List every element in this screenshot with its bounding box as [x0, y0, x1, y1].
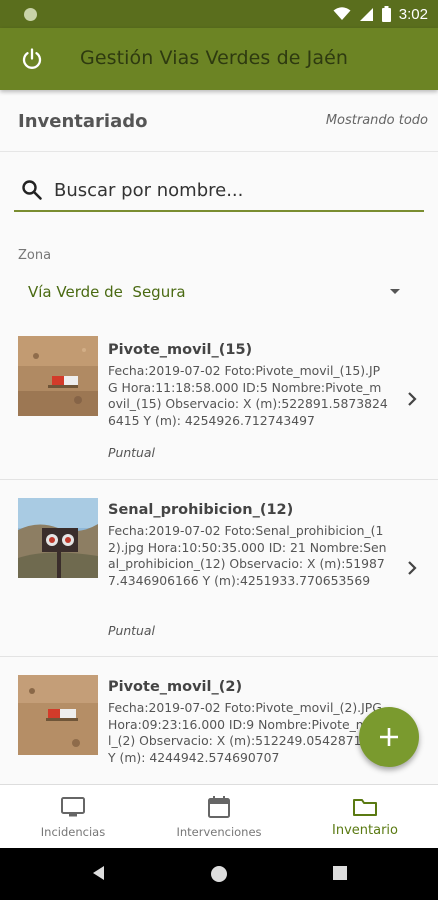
item-title: Senal_prohibicion_(12)	[108, 502, 294, 518]
status-time: 3:02	[398, 5, 428, 23]
zone-label: Zona	[18, 248, 52, 263]
item-type: Puntual	[108, 445, 155, 460]
item-detail: Fecha:2019-07-02 Foto:Pivote_movil_(2).J…	[108, 700, 387, 765]
notification-dot-icon	[24, 8, 37, 21]
app-bar: Gestión Vias Verdes de Jaén	[0, 28, 438, 90]
folder-icon	[353, 799, 377, 816]
nav-label: Incidencias	[40, 825, 106, 839]
item-detail: Fecha:2019-07-02 Foto:Senal_prohibicion_…	[108, 523, 387, 588]
status-bar: 3:02	[0, 0, 438, 28]
plus-icon	[380, 728, 398, 746]
section-title: Inventariado	[18, 111, 148, 132]
add-button[interactable]	[359, 707, 419, 767]
item-thumbnail	[18, 498, 98, 578]
chevron-right-icon	[408, 392, 417, 406]
search-icon	[22, 180, 42, 200]
search-bar	[14, 170, 424, 212]
nav-label: Intervenciones	[176, 825, 262, 839]
item-type: Puntual	[108, 623, 155, 638]
nav-item-inventario[interactable]: Inventario	[292, 785, 438, 848]
item-detail: Fecha:2019-07-02 Foto:Pivote_movil_(15).…	[108, 363, 388, 428]
nav-item-intervenciones[interactable]: Intervenciones	[146, 785, 292, 848]
system-navigation-bar	[0, 848, 438, 900]
item-thumbnail	[18, 336, 98, 416]
list-item[interactable]: Senal_prohibicion_(12) Fecha:2019-07-02 …	[0, 480, 438, 657]
dropdown-arrow-icon	[390, 289, 400, 294]
zone-selected-value: Vía Verde de Segura	[28, 283, 186, 301]
power-icon	[22, 48, 42, 69]
bottom-navigation: Incidencias Intervenciones Inventario	[0, 784, 438, 848]
item-thumbnail	[18, 675, 98, 755]
app-title: Gestión Vias Verdes de Jaén	[80, 47, 349, 69]
power-button[interactable]	[16, 43, 48, 75]
zone-dropdown[interactable]: Vía Verde de Segura	[14, 276, 424, 310]
signal-icon	[359, 7, 373, 21]
item-title: Pivote_movil_(15)	[108, 342, 253, 358]
recents-icon[interactable]	[332, 865, 348, 881]
monitor-icon	[61, 797, 85, 817]
status-icons: 3:02	[333, 4, 428, 24]
app-screen: 3:02 Gestión Vias Verdes de Jaén Inventa…	[0, 0, 438, 900]
back-icon[interactable]	[90, 864, 108, 882]
calendar-icon	[208, 796, 230, 818]
section-header: Inventariado Mostrando todo	[0, 92, 438, 152]
wifi-icon	[333, 7, 351, 20]
home-icon[interactable]	[209, 864, 229, 884]
filter-status[interactable]: Mostrando todo	[326, 113, 428, 128]
search-input[interactable]	[54, 176, 414, 204]
nav-item-incidencias[interactable]: Incidencias	[0, 785, 146, 848]
battery-icon	[381, 6, 391, 22]
item-title: Pivote_movil_(2)	[108, 679, 243, 695]
list-item[interactable]: Pivote_movil_(15) Fecha:2019-07-02 Foto:…	[0, 322, 438, 480]
nav-label: Inventario	[332, 823, 398, 838]
chevron-right-icon	[408, 561, 417, 575]
